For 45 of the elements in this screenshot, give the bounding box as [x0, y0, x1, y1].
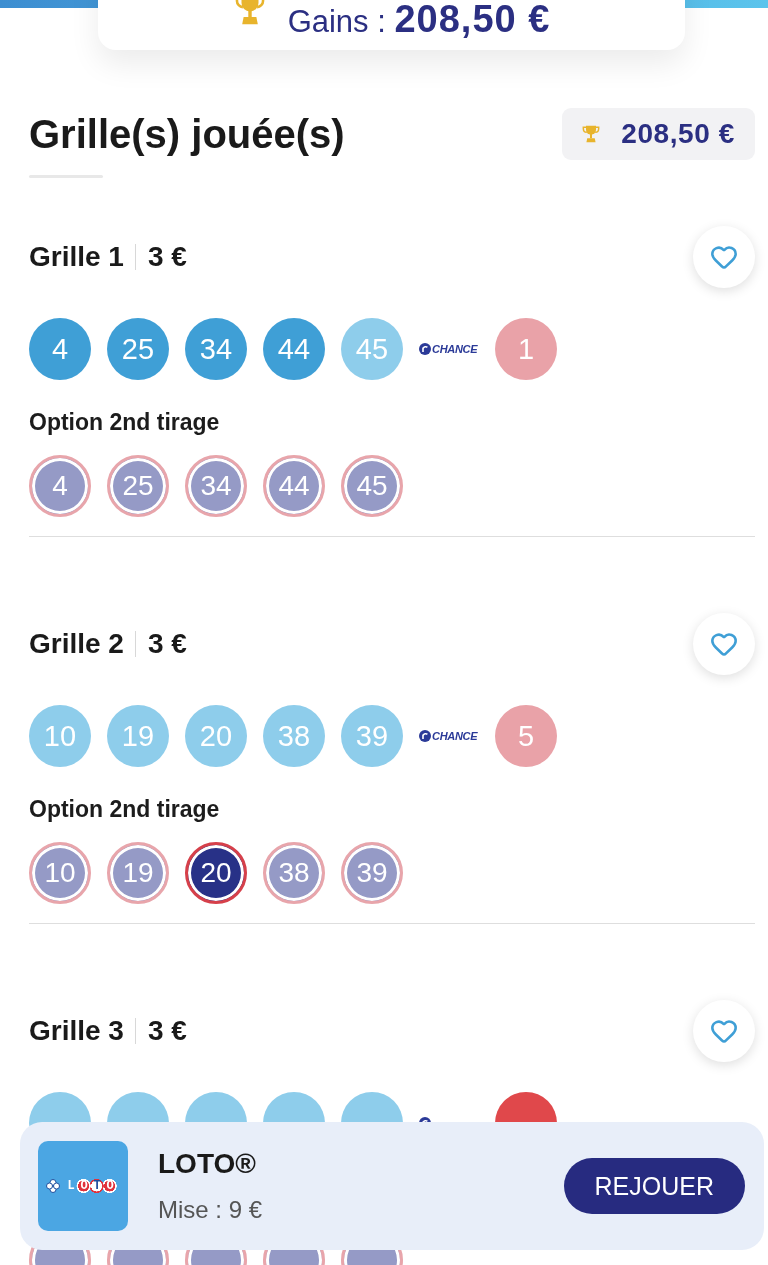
- round-emblem-icon: [419, 343, 431, 355]
- chance-ball: 1: [495, 318, 557, 380]
- second-draw-ball: 10: [29, 842, 91, 904]
- option-label: Option 2nd tirage: [29, 408, 220, 436]
- grid-title: Grille 1: [29, 241, 124, 273]
- round-emblem-icon: [419, 730, 431, 742]
- chance-ball: 5: [495, 705, 557, 767]
- game-stake: Mise : 9 €: [158, 1196, 263, 1224]
- second-draw-ball: 38: [263, 842, 325, 904]
- second-draw-ball: 39: [341, 842, 403, 904]
- number-ball: 38: [263, 705, 325, 767]
- favorite-button[interactable]: [693, 226, 755, 288]
- second-draw-ball: 20: [185, 842, 247, 904]
- number-ball: 10: [29, 705, 91, 767]
- replay-button[interactable]: REJOUER: [563, 1158, 745, 1214]
- number-ball: 44: [263, 318, 325, 380]
- second-draw-ball: 34: [185, 455, 247, 517]
- winnings-text: Gains : 208,50 €: [287, 0, 551, 41]
- game-name: LOTO®: [158, 1148, 257, 1180]
- section-title: Grille(s) jouée(s): [29, 111, 345, 158]
- second-draw-ball: 45: [341, 455, 403, 517]
- grid-stake: 3 €: [147, 1015, 187, 1047]
- number-ball: 34: [185, 318, 247, 380]
- number-ball: 4: [29, 318, 91, 380]
- number-ball: 20: [185, 705, 247, 767]
- favorite-button[interactable]: [693, 613, 755, 675]
- second-draw-ball: 19: [107, 842, 169, 904]
- second-draw-ball: 25: [107, 455, 169, 517]
- option-label: Option 2nd tirage: [29, 795, 220, 823]
- number-ball: 19: [107, 705, 169, 767]
- grid-title: Grille 2: [29, 628, 124, 660]
- number-ball: 45: [341, 318, 403, 380]
- grid-stake: 3 €: [147, 241, 187, 273]
- second-draw-ball: 4: [29, 455, 91, 517]
- clover-icon: [46, 1179, 61, 1193]
- favorite-button[interactable]: [693, 1000, 755, 1062]
- chance-label: CHANCE: [432, 343, 478, 355]
- grid-stake: 3 €: [147, 628, 187, 660]
- grid-title: Grille 3: [29, 1015, 124, 1047]
- number-ball: 39: [341, 705, 403, 767]
- number-ball: 25: [107, 318, 169, 380]
- chance-label: CHANCE: [432, 730, 478, 742]
- total-amount: 208,50 €: [621, 118, 735, 150]
- second-draw-ball: 44: [263, 455, 325, 517]
- trophy-icon: [581, 124, 602, 144]
